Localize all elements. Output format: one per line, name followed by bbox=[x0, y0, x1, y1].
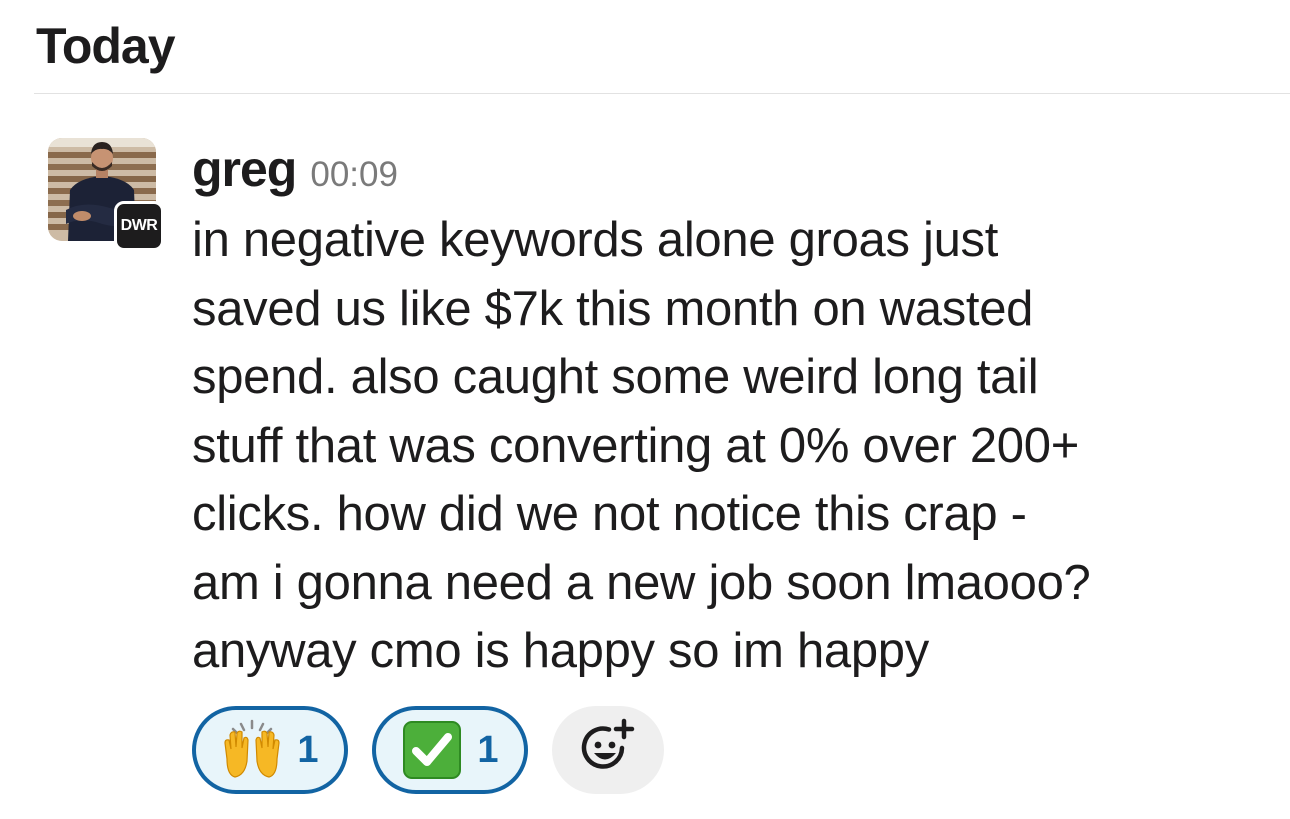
add-reaction-button[interactable] bbox=[552, 706, 664, 794]
check-mark-button-icon bbox=[401, 719, 463, 781]
message-header: greg 00:09 bbox=[192, 140, 398, 204]
add-reaction-icon bbox=[578, 718, 638, 783]
message-text: in negative keywords alone groas just sa… bbox=[192, 213, 1091, 678]
raised-hands-icon bbox=[221, 719, 283, 781]
org-badge: DWR bbox=[114, 201, 164, 251]
reaction-count: 1 bbox=[297, 728, 319, 771]
reaction-bar: 1 1 bbox=[192, 706, 664, 794]
author-name[interactable]: greg bbox=[192, 140, 297, 198]
message-timestamp[interactable]: 00:09 bbox=[310, 155, 398, 195]
day-divider-line bbox=[34, 93, 1290, 94]
day-divider-label: Today bbox=[36, 18, 176, 74]
reaction-raised-hands[interactable]: 1 bbox=[192, 706, 348, 794]
reaction-check-mark[interactable]: 1 bbox=[372, 706, 528, 794]
message-avatar[interactable]: DWR bbox=[48, 138, 168, 253]
reaction-count: 1 bbox=[477, 728, 499, 771]
